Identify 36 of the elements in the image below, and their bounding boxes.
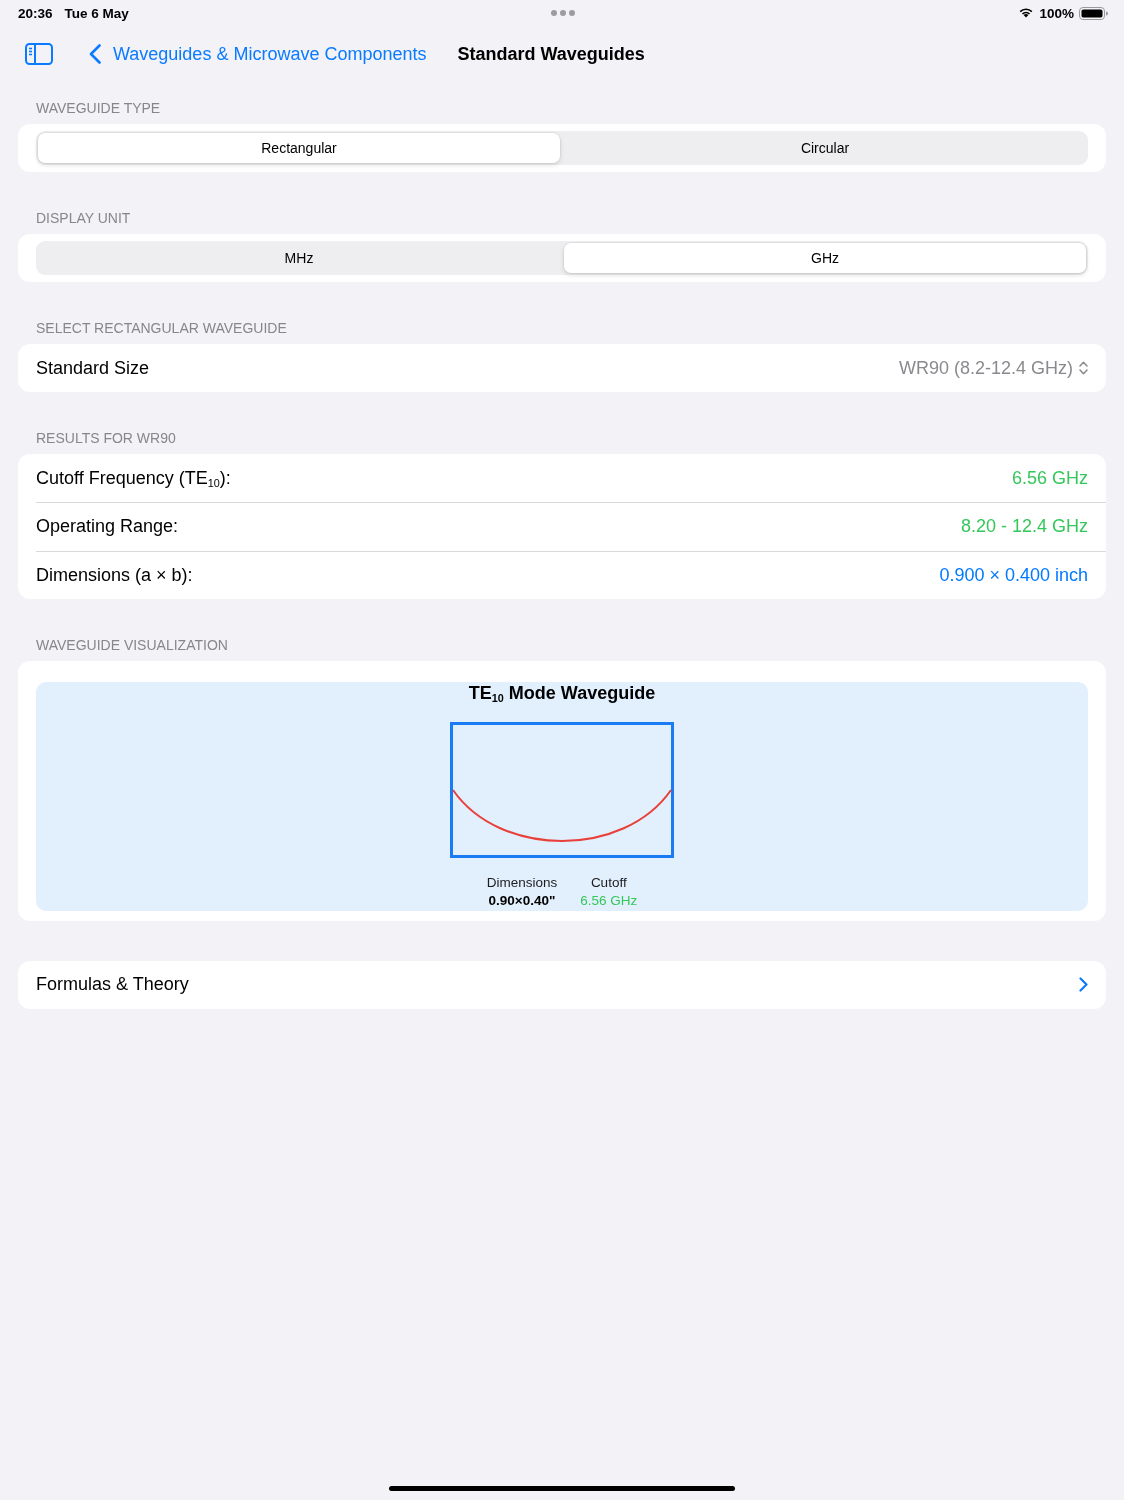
ellipsis-icon[interactable] [551, 10, 575, 16]
result-value: 8.20 - 12.4 GHz [960, 516, 1088, 538]
segmented-control[interactable]: Rectangular Circular [36, 131, 1088, 165]
diagram-title: TE$_{10}$ Mode Waveguide [468, 681, 656, 704]
formulas-link[interactable]: Formulas & Theory [18, 960, 1106, 1009]
chevron-left-icon [89, 44, 101, 64]
battery-icon [1079, 6, 1108, 20]
segment-tab[interactable]: Rectangular [38, 133, 560, 163]
result-label: Dimensions (a × b): [36, 564, 193, 586]
stat-label: Dimensions [486, 874, 558, 891]
segment-tab[interactable]: Circular [564, 133, 1086, 163]
segmented-control[interactable]: MHz GHz [36, 241, 1088, 275]
page-title: Standard Waveguides [457, 43, 645, 65]
wifi-icon [1018, 8, 1035, 18]
section-header: RESULTS FOR WR90 [35, 430, 177, 448]
section-header: WAVEGUIDE TYPE [35, 100, 162, 118]
segment-tab[interactable]: GHz [564, 243, 1086, 273]
stat-value: 0.90×0.40" [488, 892, 556, 909]
status-time: 20:36 [18, 5, 53, 21]
section-header: SELECT RECTANGULAR WAVEGUIDE [35, 320, 288, 338]
chevron-up-down-icon [1079, 361, 1088, 375]
picker-label: Standard Size [36, 357, 150, 379]
result-value: 0.900 × 0.400 inch [939, 564, 1088, 586]
stat-label: Cutoff [590, 874, 627, 891]
result-label: Cutoff Frequency (TE$_{10}$): [36, 467, 231, 489]
result-label: Operating Range: [36, 516, 179, 538]
battery-percentage: 100% [1039, 5, 1074, 21]
chevron-right-icon [1079, 977, 1088, 993]
sidebar-icon[interactable] [25, 43, 53, 65]
section-header: WAVEGUIDE VISUALIZATION [35, 636, 229, 655]
back-button[interactable]: Waveguides & Microwave Components [89, 43, 427, 65]
stat-value: 6.56 GHz [580, 892, 638, 909]
section-header: DISPLAY UNIT [35, 210, 132, 228]
status-date: Tue 6 May [64, 5, 129, 21]
result-value: 6.56 GHz [1011, 467, 1088, 489]
segment-tab[interactable]: MHz [38, 243, 560, 273]
